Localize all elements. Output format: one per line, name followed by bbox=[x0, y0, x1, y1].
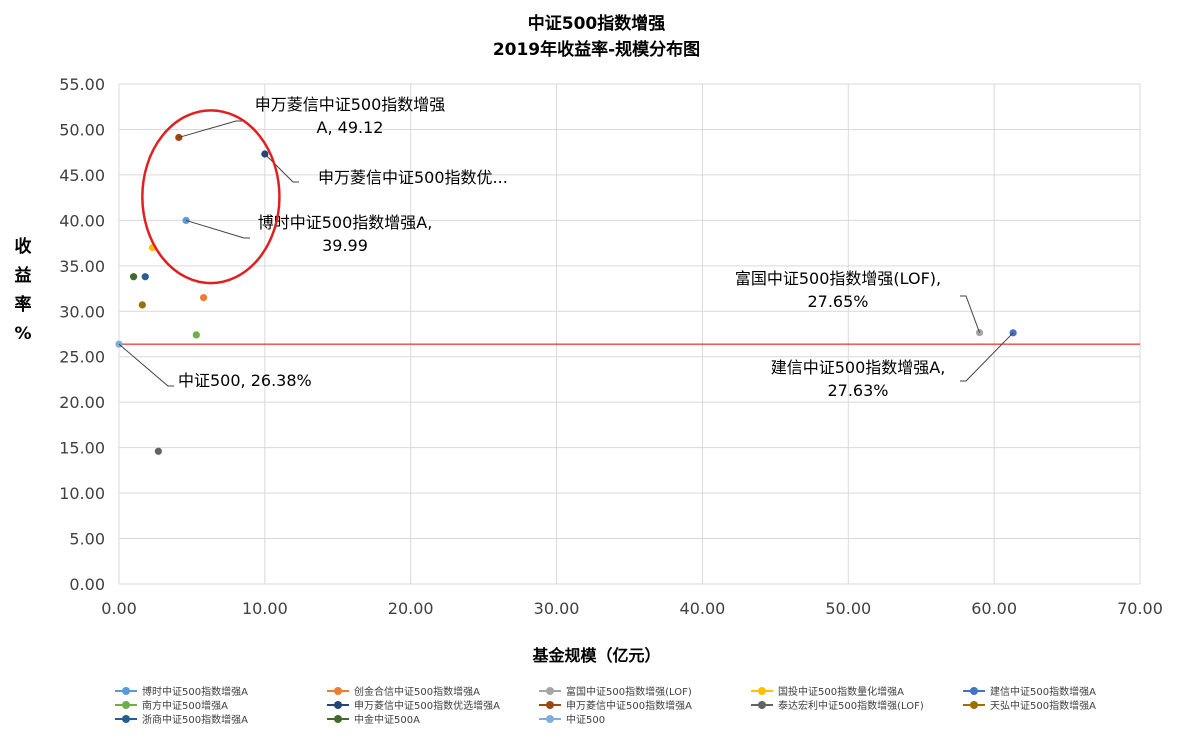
data-label: 中证500, 26.38% bbox=[178, 371, 312, 390]
legend-marker-icon bbox=[963, 700, 985, 710]
legend-item: 南方中证500增强A bbox=[115, 698, 327, 712]
data-point bbox=[138, 301, 146, 309]
x-tick-label: 30.00 bbox=[534, 599, 580, 618]
legend-marker-icon bbox=[751, 700, 773, 710]
legend-label: 天弘中证500指数增强A bbox=[990, 701, 1096, 712]
y-tick-label: 55.00 bbox=[59, 75, 105, 94]
x-tick-label: 0.00 bbox=[101, 599, 137, 618]
y-axis-label-char: 率 bbox=[14, 295, 32, 315]
legend-label: 创金合信中证500指数增强A bbox=[354, 687, 480, 698]
legend-marker-icon bbox=[327, 686, 349, 696]
y-axis-label-char: 收 bbox=[14, 237, 32, 257]
leader-line bbox=[185, 219, 250, 239]
legend-item: 博时中证500指数增强A bbox=[115, 684, 327, 698]
chart-subtitle: 2019年收益率-规模分布图 bbox=[492, 40, 701, 60]
legend-item: 泰达宏利中证500指数增强(LOF) bbox=[751, 698, 963, 712]
x-tick-label: 40.00 bbox=[680, 599, 726, 618]
x-tick-label: 60.00 bbox=[971, 599, 1017, 618]
y-tick-label: 20.00 bbox=[59, 393, 105, 412]
highlight-circle bbox=[141, 109, 281, 285]
legend-label: 博时中证500指数增强A bbox=[142, 687, 248, 698]
data-points bbox=[115, 133, 1017, 455]
data-point bbox=[129, 273, 138, 281]
y-axis-label-char: % bbox=[14, 324, 32, 344]
leader-lines bbox=[118, 120, 1014, 387]
data-point bbox=[192, 331, 200, 339]
legend-item: 申万菱信中证500指数优选增强A bbox=[327, 698, 539, 712]
y-tick-label: 0.00 bbox=[69, 575, 105, 594]
y-tick-label: 35.00 bbox=[59, 257, 105, 276]
y-tick-label: 40.00 bbox=[59, 211, 105, 230]
highlight-ellipse bbox=[141, 109, 281, 285]
legend-item: 建信中证500指数增强A bbox=[963, 684, 1175, 698]
leader-line bbox=[118, 343, 174, 387]
y-axis-label-char: 益 bbox=[14, 266, 32, 286]
data-label: 39.99 bbox=[322, 236, 368, 255]
legend-marker-icon bbox=[115, 686, 137, 696]
legend-marker-icon bbox=[327, 700, 349, 710]
scatter-chart: 申万菱信中证500指数增强 A, 49.12 申万菱信中证500指数优... 博时中证… bbox=[59, 75, 1163, 618]
legend-marker-icon bbox=[539, 686, 561, 696]
x-tick-label: 50.00 bbox=[825, 599, 871, 618]
data-label: A, 49.12 bbox=[317, 118, 384, 137]
legend-label: 中金中证500A bbox=[354, 715, 420, 726]
data-point bbox=[141, 273, 149, 281]
legend-label: 申万菱信中证500指数增强A bbox=[566, 701, 692, 712]
x-axis-label: 基金规模（亿元） bbox=[532, 646, 661, 665]
legend-item: 中金中证500A bbox=[327, 712, 539, 726]
legend-marker-icon bbox=[963, 686, 985, 696]
y-axis-label: 收 益 率 % bbox=[8, 233, 38, 349]
legend-label: 浙商中证500指数增强A bbox=[142, 715, 248, 726]
data-label: 富国中证500指数增强(LOF), bbox=[735, 269, 941, 288]
data-labels: 申万菱信中证500指数增强 A, 49.12 申万菱信中证500指数优... 博时中证… bbox=[178, 95, 945, 400]
tick-labels: 0.00 5.00 10.00 15.00 20.00 25.00 30.00 35.00 40… bbox=[59, 75, 1163, 618]
x-tick-label: 20.00 bbox=[388, 599, 434, 618]
y-tick-label: 25.00 bbox=[59, 348, 105, 367]
y-tick-label: 10.00 bbox=[59, 484, 105, 503]
leader-line bbox=[264, 153, 299, 183]
legend-label: 国投中证500指数量化增强A bbox=[778, 687, 904, 698]
legend-item: 浙商中证500指数增强A bbox=[115, 712, 327, 726]
chart-title: 中证500指数增强 bbox=[527, 14, 666, 34]
data-label: 申万菱信中证500指数优... bbox=[318, 168, 508, 187]
leader-line bbox=[960, 295, 981, 333]
data-label: 27.63% bbox=[827, 381, 888, 400]
legend-marker-icon bbox=[115, 714, 137, 724]
y-tick-label: 15.00 bbox=[59, 439, 105, 458]
legend-label: 中证500 bbox=[566, 715, 606, 726]
y-tick-label: 50.00 bbox=[59, 120, 105, 139]
legend-item: 中证500 bbox=[539, 712, 751, 726]
y-tick-label: 30.00 bbox=[59, 302, 105, 321]
data-label: 建信中证500指数增强A, bbox=[771, 358, 946, 377]
x-tick-label: 10.00 bbox=[242, 599, 288, 618]
data-label: 博时中证500指数增强A, bbox=[258, 213, 433, 232]
legend-item: 天弘中证500指数增强A bbox=[963, 698, 1175, 712]
legend-marker-icon bbox=[539, 714, 561, 724]
legend-marker-icon bbox=[751, 686, 773, 696]
data-point bbox=[182, 216, 190, 225]
legend-label: 泰达宏利中证500指数增强(LOF) bbox=[778, 701, 924, 712]
legend-item: 申万菱信中证500指数增强A bbox=[539, 698, 751, 712]
data-point bbox=[199, 294, 208, 302]
legend-item: 富国中证500指数增强(LOF) bbox=[539, 684, 751, 698]
y-tick-label: 5.00 bbox=[69, 530, 105, 549]
legend-marker-icon bbox=[539, 700, 561, 710]
legend-label: 南方中证500增强A bbox=[142, 701, 228, 712]
data-label: 申万菱信中证500指数增强 bbox=[255, 95, 446, 114]
legend-marker-icon bbox=[115, 700, 137, 710]
legend-label: 富国中证500指数增强(LOF) bbox=[566, 687, 692, 698]
data-label: 27.65% bbox=[807, 292, 868, 311]
legend-item: 国投中证500指数量化增强A bbox=[751, 684, 963, 698]
x-tick-label: 70.00 bbox=[1117, 599, 1163, 618]
legend: 博时中证500指数增强A 创金合信中证500指数增强A 富国中证500指数增强(LO… bbox=[115, 684, 1175, 726]
legend-item: 创金合信中证500指数增强A bbox=[327, 684, 539, 698]
legend-label: 建信中证500指数增强A bbox=[990, 687, 1096, 698]
data-point bbox=[154, 447, 162, 455]
legend-marker-icon bbox=[327, 714, 349, 724]
y-tick-label: 45.00 bbox=[59, 166, 105, 185]
legend-label: 申万菱信中证500指数优选增强A bbox=[354, 701, 500, 712]
